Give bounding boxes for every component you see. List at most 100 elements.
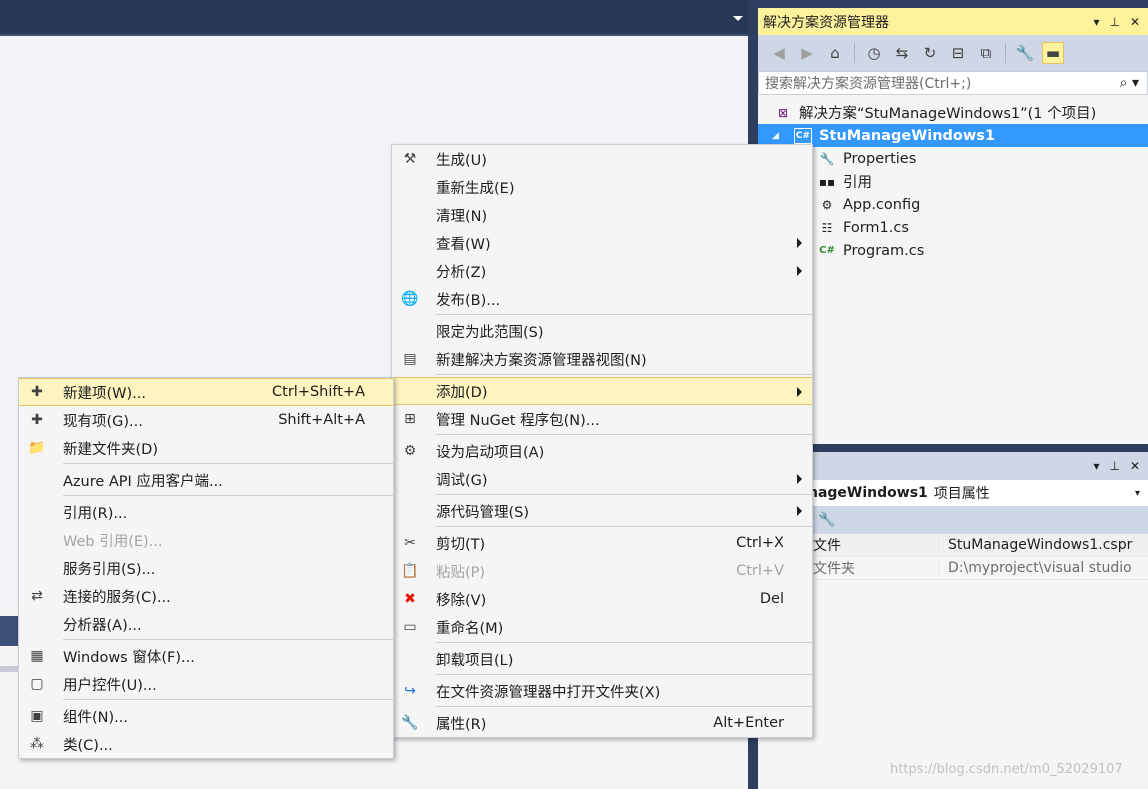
project-menu-item[interactable]: 🌐 发布(B)... [392, 285, 812, 313]
project-menu-item[interactable]: 分析(Z) [392, 257, 812, 285]
add-menu-item[interactable]: ⁂ 类(C)... [19, 730, 393, 758]
add-menu-item[interactable]: ✚ 现有项(G)... Shift+Alt+A [19, 406, 393, 434]
add-menu-item[interactable]: 📁 新建文件夹(D) [19, 434, 393, 462]
tree-item[interactable]: ⚙ App.config [758, 193, 1148, 216]
wrench-icon: 🔧 [819, 151, 835, 166]
tree-solution-node[interactable]: ⊠ 解决方案“StuManageWindows1”(1 个项目) [758, 101, 1148, 124]
menu-item-label: 在文件资源管理器中打开文件夹(X) [436, 684, 661, 701]
properties-object-selector[interactable]: nageWindows1 项目属性 ▾ [758, 480, 1148, 506]
tree-item[interactable]: 🔧 Properties [758, 147, 1148, 170]
property-value: StuManageWindows1.cspr [938, 537, 1148, 553]
titlebar-buttons: ▾ ⊥ ✕ [1093, 15, 1148, 29]
tree-item[interactable]: C# Program.cs [758, 239, 1148, 262]
tree-project-node[interactable]: ◢ C# StuManageWindows1 [758, 124, 1148, 147]
add-menu-item[interactable]: 引用(R)... [19, 498, 393, 526]
project-menu-item[interactable]: 🔧 属性(R) Alt+Enter [392, 709, 812, 737]
properties-wrench-icon[interactable]: 🔧 [1014, 42, 1036, 64]
project-menu-item[interactable]: ⚒ 生成(U) [392, 145, 812, 173]
solution-icon: ⊠ [777, 105, 789, 120]
solution-explorer-search[interactable]: 搜索解决方案资源管理器(Ctrl+;) ⌕ ▾ [758, 71, 1148, 95]
menu-item-label: 卸载项目(L) [436, 652, 514, 669]
menu-item-label: 发布(B)... [436, 292, 501, 309]
menu-item-label: 限定为此范围(S) [436, 324, 544, 341]
history-icon[interactable]: ◷ [863, 42, 885, 64]
add-menu-item: Web 引用(E)... [19, 526, 393, 554]
property-row[interactable]: 文件 StuManageWindows1.cspr [758, 534, 1148, 557]
menu-item-label: 移除(V) [436, 592, 487, 609]
remove-x-icon: ✖ [404, 591, 416, 607]
close-icon[interactable]: ✕ [1130, 15, 1140, 29]
pin-icon[interactable]: ⊥ [1109, 459, 1119, 473]
sync-icon[interactable]: ⇆ [891, 42, 913, 64]
pin-icon[interactable]: ⊥ [1109, 15, 1119, 29]
add-menu-item[interactable]: ▦ Windows 窗体(F)... [19, 642, 393, 670]
refresh-icon[interactable]: ↻ [919, 42, 941, 64]
project-menu-item[interactable]: ✂ 剪切(T) Ctrl+X [392, 529, 812, 557]
window-position-dropdown-icon[interactable]: ▾ [1093, 459, 1099, 473]
project-menu-item[interactable]: 清理(N) [392, 201, 812, 229]
menu-item-label: 连接的服务(C)... [63, 589, 171, 606]
project-menu-item[interactable]: ✖ 移除(V) Del [392, 585, 812, 613]
add-menu-item[interactable]: ⇄ 连接的服务(C)... [19, 582, 393, 610]
preview-toggle-icon[interactable]: ▬ [1042, 42, 1064, 64]
menu-item-label: 粘贴(P) [436, 564, 486, 581]
add-menu-item[interactable]: 服务引用(S)... [19, 554, 393, 582]
add-menu-item[interactable]: ✚ 新建项(W)... Ctrl+Shift+A [19, 378, 393, 406]
menu-item-label: 分析器(A)... [63, 617, 142, 634]
gear-icon: ⚙ [403, 443, 417, 459]
menu-item-label: 调试(G) [436, 472, 488, 489]
solution-label: 解决方案“StuManageWindows1”(1 个项目) [799, 106, 1097, 122]
new-item-icon: ✚ [31, 384, 43, 400]
add-menu-item[interactable]: ▢ 用户控件(U)... [19, 670, 393, 698]
add-menu-item[interactable]: Azure API 应用客户端... [19, 466, 393, 494]
add-menu-item[interactable]: ▣ 组件(N)... [19, 702, 393, 730]
new-view-icon: ▤ [403, 351, 417, 367]
project-menu-item[interactable]: ⊞ 管理 NuGet 程序包(N)... [392, 405, 812, 433]
tab-overflow-dropdown-icon[interactable] [733, 16, 743, 21]
tree-item-label: 引用 [843, 175, 872, 191]
project-menu-item[interactable]: ▭ 重命名(M) [392, 613, 812, 641]
open-folder-arrow-icon: ↪ [404, 683, 416, 699]
collapse-all-icon[interactable]: ⊟ [947, 42, 969, 64]
project-menu-item[interactable]: ▤ 新建解决方案资源管理器视图(N) [392, 345, 812, 373]
object-name: nageWindows1 [808, 485, 928, 501]
menu-item-label: 管理 NuGet 程序包(N)... [436, 412, 600, 429]
rename-icon: ▭ [403, 619, 417, 635]
project-menu-item[interactable]: 重新生成(E) [392, 173, 812, 201]
property-row[interactable]: 文件夹 D:\myproject\visual studio [758, 557, 1148, 580]
add-menu-item[interactable]: 分析器(A)... [19, 610, 393, 638]
project-menu-item[interactable]: 查看(W) [392, 229, 812, 257]
menu-item-label: 分析(Z) [436, 264, 487, 281]
project-menu-item[interactable]: ⚙ 设为启动项目(A) [392, 437, 812, 465]
collapse-arrow-icon[interactable]: ◢ [772, 131, 784, 141]
back-icon[interactable]: ◀ [768, 42, 790, 64]
close-icon[interactable]: ✕ [1130, 459, 1140, 473]
project-menu-item[interactable]: 卸载项目(L) [392, 645, 812, 673]
forward-icon[interactable]: ▶ [796, 42, 818, 64]
project-menu-item[interactable]: 源代码管理(S) [392, 497, 812, 525]
project-menu-item[interactable]: 添加(D) [392, 377, 812, 405]
search-input[interactable]: 搜索解决方案资源管理器(Ctrl+;) [765, 73, 1120, 93]
home-icon[interactable]: ⌂ [824, 42, 846, 64]
submenu-arrow-icon [797, 506, 802, 516]
search-icon[interactable]: ⌕ ▾ [1120, 75, 1147, 91]
tree-item[interactable]: ▪▪ 引用 [758, 170, 1148, 193]
nuget-package-icon: ⊞ [404, 411, 416, 427]
menu-item-label: 新建文件夹(D) [63, 441, 158, 458]
solution-explorer-toolbar: ◀ ▶ ⌂ ◷ ⇆ ↻ ⊟ ⧉ 🔧 ▬ [758, 35, 1148, 71]
menu-item-label: Web 引用(E)... [63, 533, 163, 550]
menu-item-label: 重新生成(E) [436, 180, 515, 197]
project-menu-item[interactable]: 限定为此范围(S) [392, 317, 812, 345]
project-menu-item[interactable]: ↪ 在文件资源管理器中打开文件夹(X) [392, 677, 812, 705]
chevron-down-icon[interactable]: ▾ [1135, 488, 1148, 499]
copy-icon[interactable]: ⧉ [975, 42, 997, 64]
tree-item[interactable]: ☷ Form1.cs [758, 216, 1148, 239]
property-pages-wrench-icon[interactable]: 🔧 [818, 512, 835, 528]
publish-globe-icon: 🌐 [401, 291, 419, 307]
window-position-dropdown-icon[interactable]: ▾ [1093, 15, 1099, 29]
windows-form-icon: ▦ [30, 648, 44, 664]
add-submenu: ✚ 新建项(W)... Ctrl+Shift+A ✚ 现有项(G)... Shift+Al… [18, 377, 394, 759]
project-menu-item[interactable]: 调试(G) [392, 465, 812, 493]
build-icon: ⚒ [403, 151, 417, 167]
menu-item-label: 新建解决方案资源管理器视图(N) [436, 352, 647, 369]
